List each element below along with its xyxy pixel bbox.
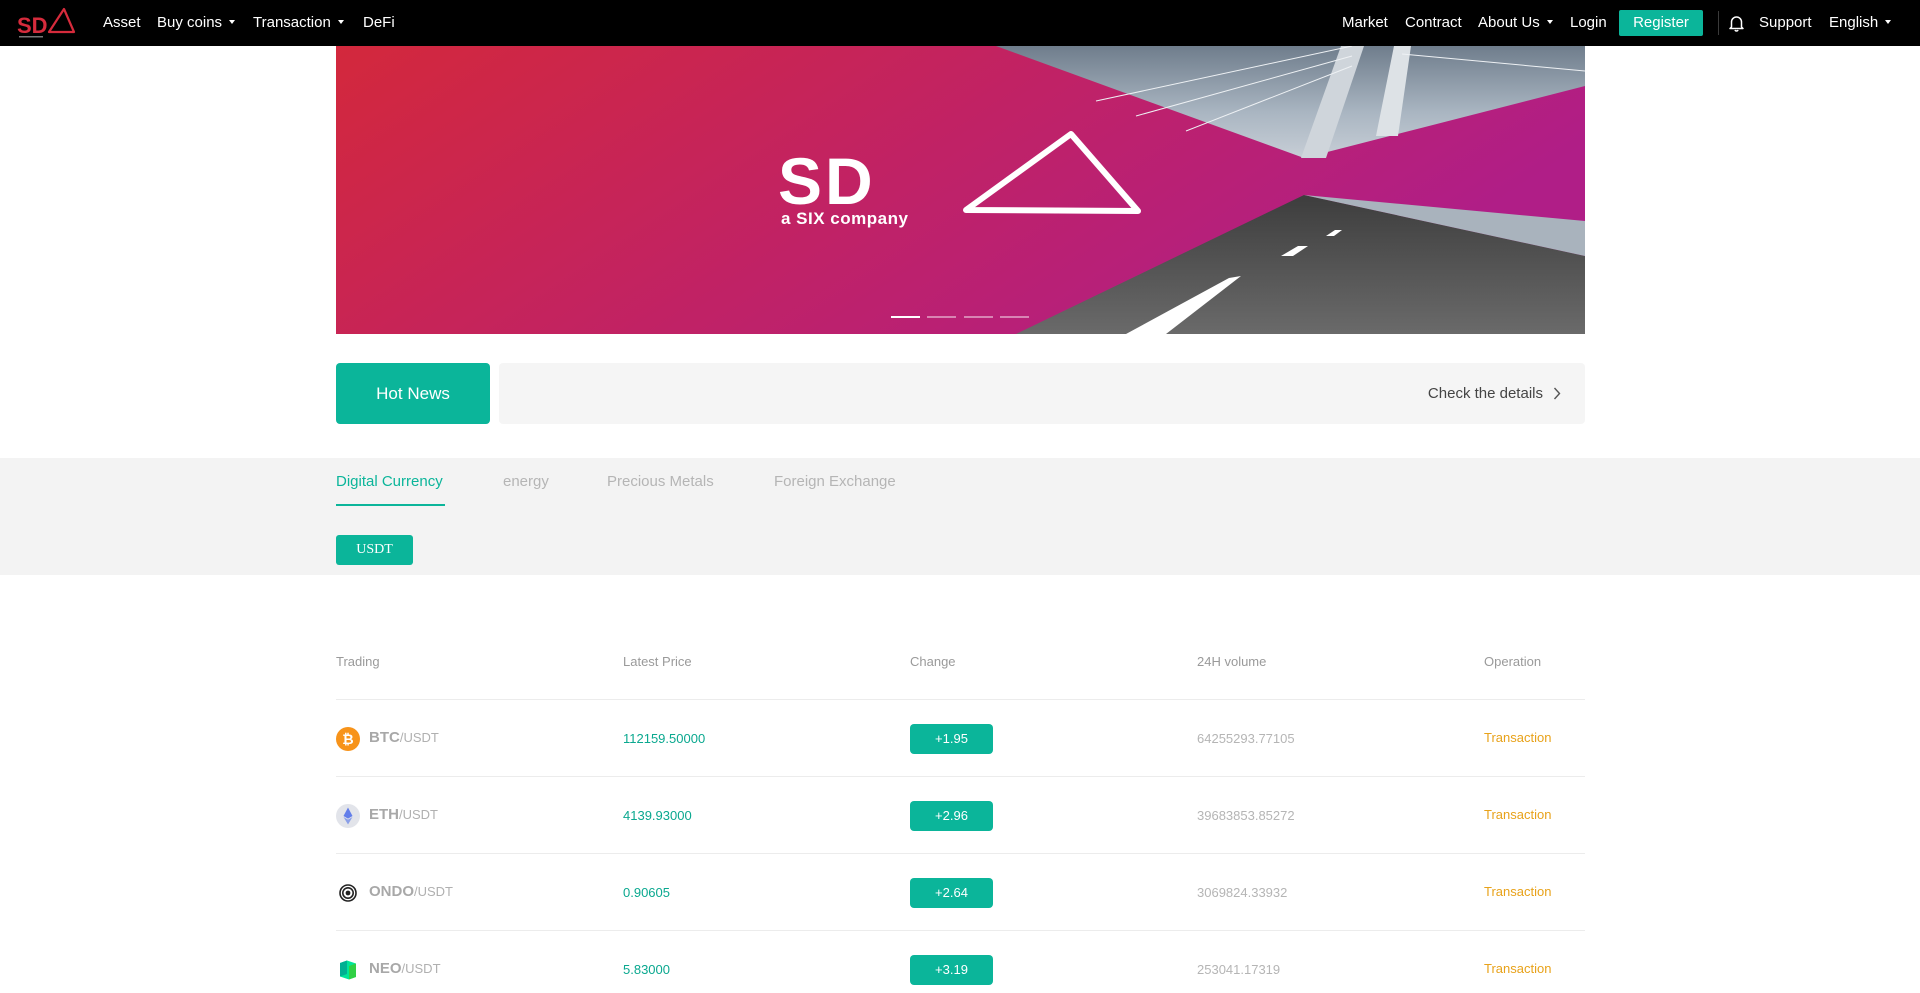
latest-price: 5.83000 — [623, 962, 670, 977]
nav-defi[interactable]: DeFi — [363, 0, 395, 46]
svg-text:₿: ₿ — [342, 731, 353, 747]
nav-market[interactable]: Market — [1342, 0, 1388, 46]
table-row[interactable]: NEO/USDT 5.83000 +3.19 253041.17319 Tran… — [336, 931, 1585, 993]
caret-down-icon — [229, 20, 236, 25]
caret-down-icon — [337, 20, 344, 25]
pair-quote: /USDT — [401, 961, 441, 976]
nav-contract[interactable]: Contract — [1405, 0, 1462, 46]
nav-transaction-label: Transaction — [253, 14, 331, 31]
table-row[interactable]: ETH/USDT 4139.93000 +2.96 39683853.85272… — [336, 777, 1585, 854]
svg-text:SD: SD — [17, 13, 48, 38]
nav-login[interactable]: Login — [1570, 0, 1607, 46]
pair-quote: /USDT — [414, 884, 453, 899]
market-category-section: Digital Currency energy Precious Metals … — [0, 458, 1920, 575]
header-24h-volume: 24H volume — [1197, 654, 1267, 669]
transaction-link[interactable]: Transaction — [1484, 884, 1551, 899]
tab-energy[interactable]: energy — [503, 473, 549, 490]
nav-about-us[interactable]: About Us — [1478, 0, 1553, 46]
latest-price: 0.90605 — [623, 885, 670, 900]
tab-foreign-exchange[interactable]: Foreign Exchange — [774, 473, 896, 490]
nav-support[interactable]: Support — [1759, 0, 1812, 46]
latest-price: 112159.50000 — [623, 731, 706, 746]
volume-24h: 64255293.77105 — [1197, 731, 1295, 746]
ondo-icon — [336, 881, 360, 905]
banner-artwork — [336, 46, 1585, 334]
tab-digital-currency[interactable]: Digital Currency — [336, 473, 443, 490]
pair-base: BTC — [369, 729, 400, 746]
pair-base: ONDO — [369, 883, 414, 900]
table-row[interactable]: ₿ BTC/USDT 112159.50000 +1.95 64255293.7… — [336, 700, 1585, 777]
nav-asset[interactable]: Asset — [103, 0, 141, 46]
nav-divider — [1718, 11, 1719, 35]
nav-language[interactable]: English — [1829, 0, 1892, 46]
trading-pair: ONDO/USDT — [369, 883, 453, 900]
nav-buy-coins[interactable]: Buy coins — [157, 0, 236, 46]
trading-pair: ETH/USDT — [369, 806, 438, 823]
volume-24h: 253041.17319 — [1197, 962, 1281, 977]
transaction-link[interactable]: Transaction — [1484, 730, 1551, 745]
transaction-link[interactable]: Transaction — [1484, 807, 1551, 822]
pair-quote: /USDT — [399, 807, 438, 822]
bell-icon[interactable] — [1728, 14, 1745, 32]
header-trading: Trading — [336, 654, 380, 669]
trading-pair: NEO/USDT — [369, 960, 441, 977]
change-badge: +2.64 — [910, 878, 993, 908]
volume-24h: 39683853.85272 — [1197, 808, 1295, 823]
neo-icon — [340, 960, 356, 980]
pair-base: ETH — [369, 806, 399, 823]
pair-quote: /USDT — [399, 730, 439, 745]
change-badge: +1.95 — [910, 724, 993, 754]
nav-language-label: English — [1829, 14, 1879, 31]
check-details-link[interactable]: Check the details — [1428, 363, 1543, 424]
nav-transaction[interactable]: Transaction — [253, 0, 344, 46]
header-operation: Operation — [1484, 654, 1542, 669]
caret-down-icon — [1885, 20, 1892, 25]
header-latest-price: Latest Price — [623, 654, 692, 669]
change-badge: +2.96 — [910, 801, 993, 831]
banner-dot-1[interactable] — [891, 316, 920, 318]
table-row[interactable]: ONDO/USDT 0.90605 +2.64 3069824.33932 Tr… — [336, 854, 1585, 931]
header-change: Change — [910, 654, 956, 669]
latest-price: 4139.93000 — [623, 808, 692, 823]
hero-banner[interactable]: SD a SIX company — [336, 46, 1585, 334]
btc-icon: ₿ — [336, 727, 360, 751]
volume-24h: 3069824.33932 — [1197, 885, 1288, 900]
transaction-link[interactable]: Transaction — [1484, 961, 1551, 976]
hot-news-button[interactable]: Hot News — [336, 363, 490, 424]
banner-tagline: a SIX company — [781, 209, 909, 228]
register-button[interactable]: Register — [1619, 10, 1703, 36]
banner-dot-3[interactable] — [964, 316, 993, 318]
nav-about-us-label: About Us — [1478, 14, 1540, 31]
tab-precious-metals[interactable]: Precious Metals — [607, 473, 714, 490]
trading-pair: BTC/USDT — [369, 729, 439, 746]
nav-buy-coins-label: Buy coins — [157, 14, 223, 31]
change-badge: +3.19 — [910, 955, 993, 985]
chevron-right-icon[interactable] — [1553, 387, 1561, 400]
quote-filter-usdt[interactable]: USDT — [336, 535, 413, 565]
banner-dot-2[interactable] — [927, 316, 956, 318]
eth-icon — [336, 804, 360, 828]
news-ticker: Check the details — [499, 363, 1585, 424]
banner-brand: SD — [778, 144, 876, 218]
active-tab-underline — [336, 504, 445, 506]
banner-dot-4[interactable] — [1000, 316, 1029, 318]
top-navbar: SD Asset Buy coins Transaction DeFi Mark… — [0, 0, 1920, 46]
caret-down-icon — [1546, 20, 1553, 25]
sda-logo-icon[interactable]: SD — [16, 5, 80, 41]
pair-base: NEO — [369, 960, 402, 977]
